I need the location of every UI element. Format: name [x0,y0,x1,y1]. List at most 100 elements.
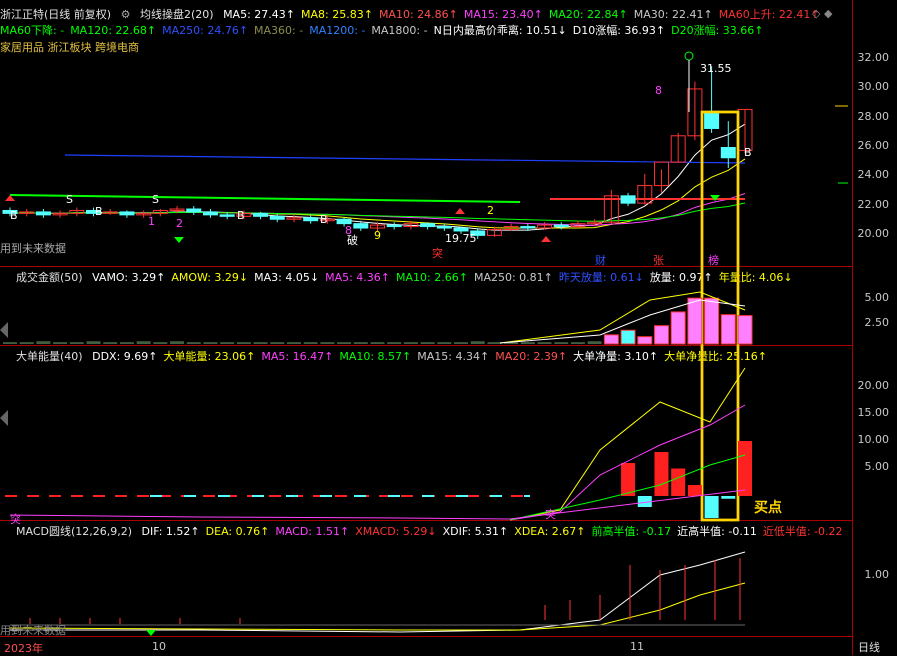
volume-bar [470,341,485,344]
volume-bar [720,314,736,345]
ddx-tu-label-2: 突 [545,508,556,521]
volume-bar [270,342,285,344]
candle-body [35,211,51,216]
candle-body [336,218,352,225]
buy-point-label: 买点 [754,500,782,516]
buy-arrow-icon [455,208,465,214]
volume-bar [520,342,535,344]
candle-body [436,226,452,229]
volume-bar [186,342,201,344]
candle-body [202,211,218,216]
collapse-left-icon[interactable] [0,322,8,338]
volume-bar [353,342,368,344]
volume-bar [554,342,569,344]
ddx-bar [738,441,752,496]
volume-bar [86,341,101,344]
candle-body [720,147,736,159]
ma120-line [9,194,521,203]
marker-9: 9 [374,229,381,242]
marker-1: 1 [148,215,155,228]
volume-bar [236,342,251,344]
volume-bar [387,342,402,344]
volume-bar [3,342,17,344]
volume-bar [620,329,636,345]
collapse-left-icon[interactable] [0,410,8,426]
volume-bar [487,342,502,344]
candle-body [253,212,269,217]
sell-arrow-icon [174,237,184,243]
ddx-bar [721,496,736,499]
volume-bar [653,325,669,345]
signal-b: B [237,209,245,222]
candle-body [219,214,235,217]
volume-bar [737,315,753,345]
volume-bar [253,342,268,344]
volume-bar [103,342,118,344]
candle-body [186,208,202,213]
signal-b: B [10,209,18,222]
volume-bar [153,342,168,344]
tag-zhang: 张 [653,254,664,267]
ddx-bar [704,496,719,518]
volume-bar [570,342,585,344]
candle-body [704,111,720,129]
marker-2: 2 [176,217,183,230]
high-price-label: 31.55 [700,62,732,75]
volume-bar [303,342,318,344]
volume-bar [19,342,34,344]
volume-bar [286,342,301,344]
volume-bar [437,342,452,344]
signal-b: B [95,205,103,218]
candle-body [453,227,469,232]
volume-bar [704,297,720,345]
ddx-bar [671,468,686,496]
volume-bar [603,334,619,345]
date-month-10: 10 [152,640,166,653]
date-month-11: 11 [630,640,644,653]
signal-b: B [744,146,752,159]
ma250-line [64,154,746,164]
candle-body [303,217,319,222]
candle-body [119,211,135,216]
ddx-tu-label: 突 [10,513,21,526]
volume-bar [670,311,686,345]
period-tab[interactable]: 日线 [858,639,880,655]
ddx-bar [621,463,636,496]
volume-bar [687,297,703,345]
signal-b: B [320,213,328,226]
candle-body [520,226,536,229]
volume-bar [454,342,469,344]
sell-arrow-icon [146,630,156,636]
ddx-bar [654,452,669,496]
volume-bar [203,342,218,344]
volume-bar [170,341,185,344]
volume-bar [69,342,84,344]
buy-arrow-icon [541,236,551,242]
tag-tu: 突 [432,247,443,260]
candle-body [620,195,636,204]
volume-bar [420,342,435,344]
volume-bar [403,342,418,344]
peak-marker-icon [684,51,694,61]
volume-bar [370,342,385,344]
candle-body [386,224,402,228]
tag-cai: 财 [595,254,606,267]
marker-8: 8 [655,84,662,97]
future-data-label: 用到未来数据 [0,242,66,255]
volume-bar [136,341,151,344]
volume-bar [537,342,552,344]
candle-body [353,223,369,229]
marker-2b: 2 [487,204,494,217]
volume-bar [53,342,68,344]
volume-bar [36,341,51,344]
ma-line-10 [9,158,746,229]
tag-bang: 榜 [708,254,719,267]
price-chart[interactable] [0,0,897,655]
ddx-bar [687,485,702,496]
future-data-label-2: 用到未来数据 [0,624,66,637]
candle-body [269,215,285,220]
volume-bar [587,341,602,344]
volume-bar [637,336,653,345]
candle-body [553,224,569,228]
candle-body [420,223,436,228]
